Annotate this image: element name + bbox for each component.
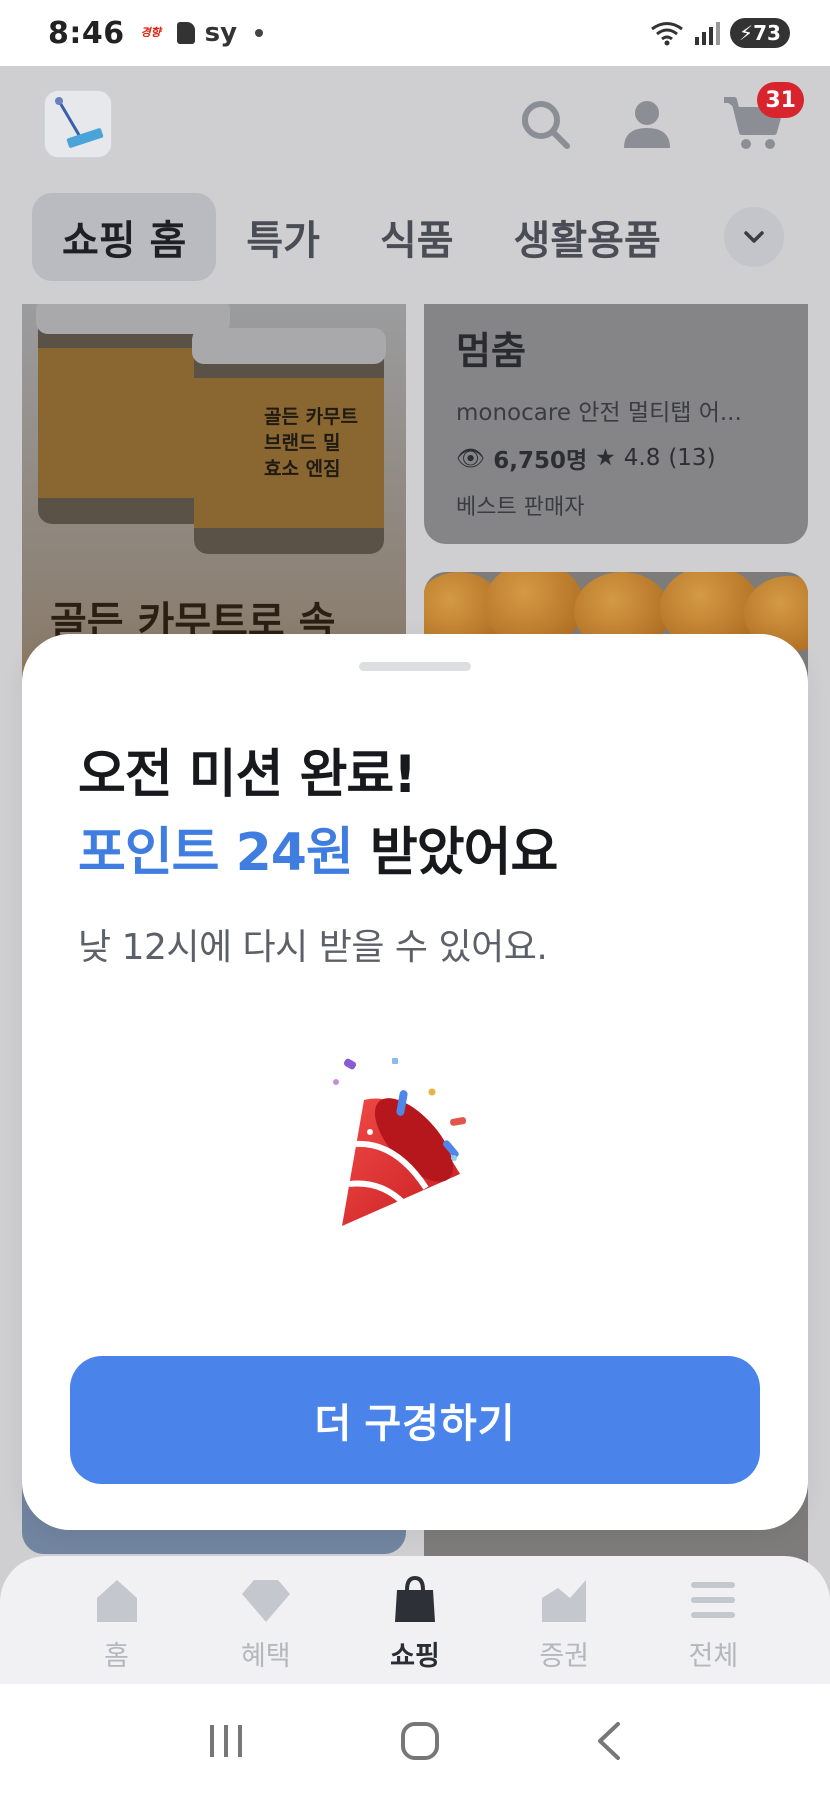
cart-count-badge: 31 bbox=[757, 82, 804, 118]
more-notifications-dot bbox=[255, 29, 264, 37]
status-right: ⚡ 73 bbox=[650, 18, 790, 48]
browse-more-button[interactable]: 더 구경하기 bbox=[70, 1356, 760, 1484]
chevron-down-icon bbox=[744, 231, 764, 243]
nav-label: 혜택 bbox=[240, 1641, 291, 1672]
star-icon: ★ bbox=[595, 445, 616, 471]
product-card-multitap[interactable]: 멈춤 monocare 안전 멀티탭 어... 👁 6,750명 ★ 4.8 (… bbox=[424, 304, 808, 544]
reward-suffix: 받았어요 bbox=[352, 823, 558, 883]
tab-shopping-home[interactable]: 쇼핑 홈 bbox=[32, 193, 217, 281]
jar-label-text: 골든 카무트 브랜드 밀 효소 엔짐 bbox=[264, 406, 359, 480]
sim-card-icon bbox=[176, 22, 195, 44]
category-tabs: 쇼핑 홈 특가 식품 생활용품 bbox=[0, 192, 830, 282]
sheet-description: 낮 12시에 다시 받을 수 있어요. bbox=[78, 927, 548, 968]
seller-badge: 베스트 판매자 bbox=[456, 495, 585, 520]
back-icon[interactable] bbox=[594, 1720, 624, 1762]
product-reviews: (13) bbox=[668, 445, 716, 471]
mission-complete-sheet: 오전 미션 완료! 포인트 24원 받았어요 낮 12시에 다시 받을 수 있어… bbox=[22, 634, 808, 1530]
bottom-nav: 홈 혜택 쇼핑 증권 전체 bbox=[0, 1556, 830, 1684]
notification-icons: 경향 sy bbox=[140, 18, 264, 48]
nav-label: 전체 bbox=[688, 1641, 739, 1672]
header-actions: 31 bbox=[518, 82, 804, 154]
user-icon[interactable] bbox=[622, 98, 672, 150]
product-jar-front: 골든 카무트 브랜드 밀 효소 엔짐 bbox=[192, 328, 386, 554]
nav-item-benefits[interactable]: 혜택 bbox=[206, 1576, 326, 1684]
tab-food[interactable]: 식품 bbox=[350, 193, 484, 281]
product-views: 6,750명 bbox=[493, 448, 588, 474]
recent-apps-icon[interactable] bbox=[206, 1721, 246, 1761]
product-title: 멈춤 bbox=[456, 329, 526, 373]
system-nav-bar bbox=[0, 1684, 830, 1798]
shopping-bag-icon bbox=[394, 1576, 435, 1622]
sheet-title: 오전 미션 완료! bbox=[78, 745, 417, 805]
home-button-icon[interactable] bbox=[399, 1720, 441, 1762]
eye-icon: 👁 bbox=[456, 445, 486, 472]
notification-text: sy bbox=[204, 18, 238, 48]
nav-item-shopping[interactable]: 쇼핑 bbox=[355, 1576, 475, 1684]
battery-indicator: ⚡ 73 bbox=[730, 18, 790, 48]
nav-label: 홈 bbox=[104, 1641, 130, 1672]
product-rating: 4.8 bbox=[623, 445, 661, 471]
tab-household[interactable]: 생활용품 bbox=[484, 193, 691, 281]
app-header: 31 bbox=[0, 66, 830, 182]
diamond-icon bbox=[241, 1580, 290, 1622]
nav-item-all[interactable]: 전체 bbox=[653, 1576, 773, 1684]
charging-icon: ⚡ bbox=[739, 21, 754, 45]
home-icon bbox=[96, 1580, 137, 1622]
cart-button[interactable]: 31 bbox=[722, 82, 804, 154]
reward-points: 포인트 24원 bbox=[78, 823, 354, 883]
search-icon[interactable] bbox=[518, 97, 572, 151]
menu-icon bbox=[691, 1582, 736, 1618]
sheet-reward-line: 포인트 24원 받았어요 bbox=[78, 810, 558, 885]
battery-level: 73 bbox=[753, 21, 781, 45]
nav-item-stocks[interactable]: 증권 bbox=[504, 1576, 624, 1684]
product-meta: 👁 6,750명 ★ 4.8 (13) bbox=[456, 441, 776, 475]
signal-icon bbox=[695, 22, 720, 45]
nav-item-home[interactable]: 홈 bbox=[57, 1576, 177, 1684]
status-time: 8:46 bbox=[48, 15, 125, 51]
party-popper-icon bbox=[333, 1058, 467, 1226]
product-subtitle: monocare 안전 멀티탭 어... bbox=[456, 400, 742, 426]
nav-label: 쇼핑 bbox=[390, 1641, 440, 1672]
status-bar: 8:46 경향 sy ⚡ 73 bbox=[0, 0, 830, 66]
tabs-expand-button[interactable] bbox=[724, 207, 784, 267]
news-app-icon: 경향 bbox=[140, 26, 161, 39]
chart-icon bbox=[542, 1580, 587, 1622]
wifi-icon bbox=[651, 22, 683, 46]
sheet-drag-handle[interactable] bbox=[359, 662, 471, 671]
app-logo[interactable] bbox=[44, 90, 112, 158]
tab-deals[interactable]: 특가 bbox=[216, 193, 350, 281]
nav-label: 증권 bbox=[539, 1641, 589, 1672]
